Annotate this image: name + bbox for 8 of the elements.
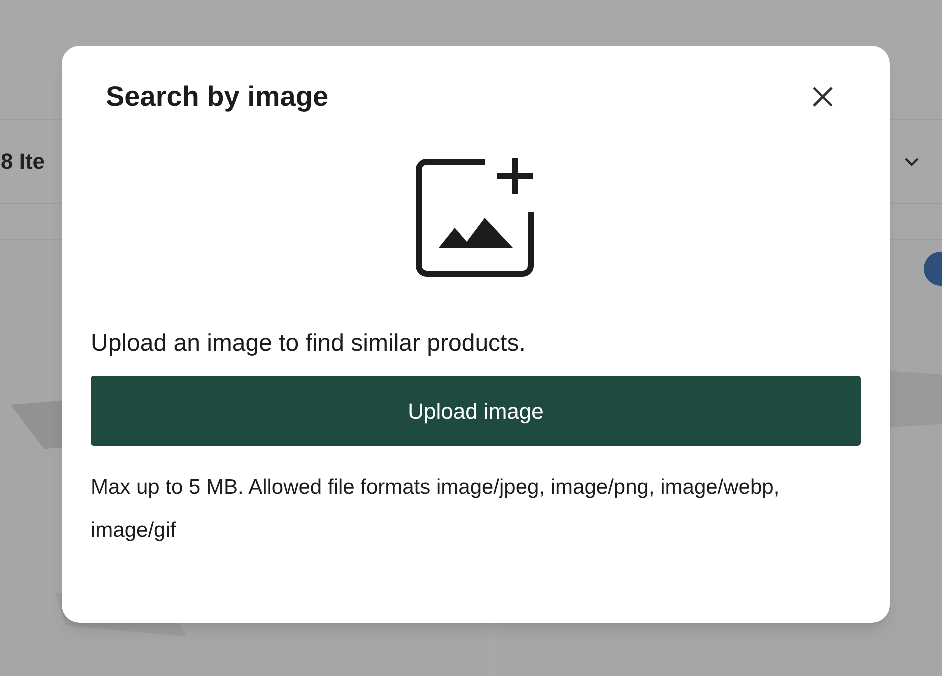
upload-image-button[interactable]: Upload image bbox=[91, 376, 861, 446]
chevron-down-icon[interactable] bbox=[904, 156, 920, 166]
dialog-title: Search by image bbox=[106, 80, 329, 114]
add-image-icon bbox=[415, 156, 537, 278]
item-count: 8 Ite bbox=[1, 148, 46, 176]
description: Upload an image to find similar products. bbox=[91, 329, 527, 359]
file-requirements: Max up to 5 MB. Allowed file formats image/jpeg, image/png, image/webp, image/gif bbox=[91, 475, 781, 544]
close-icon bbox=[812, 86, 834, 108]
